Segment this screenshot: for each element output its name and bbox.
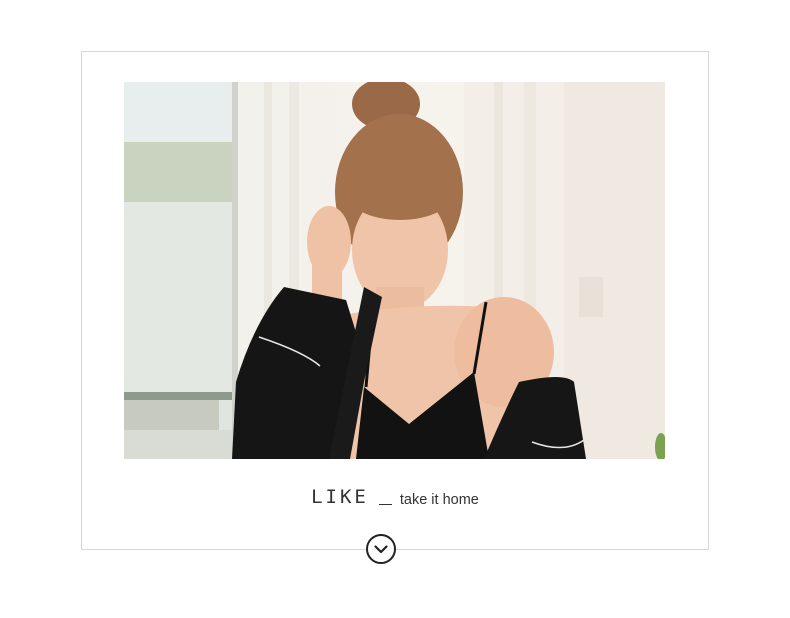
caption: LIKE take it home xyxy=(0,486,790,508)
scroll-down-button[interactable] xyxy=(366,534,396,564)
product-photo xyxy=(124,82,665,459)
caption-dash xyxy=(378,504,392,506)
caption-title: LIKE xyxy=(311,486,369,508)
chevron-down-icon xyxy=(374,544,388,554)
caption-tagline: take it home xyxy=(399,492,479,509)
